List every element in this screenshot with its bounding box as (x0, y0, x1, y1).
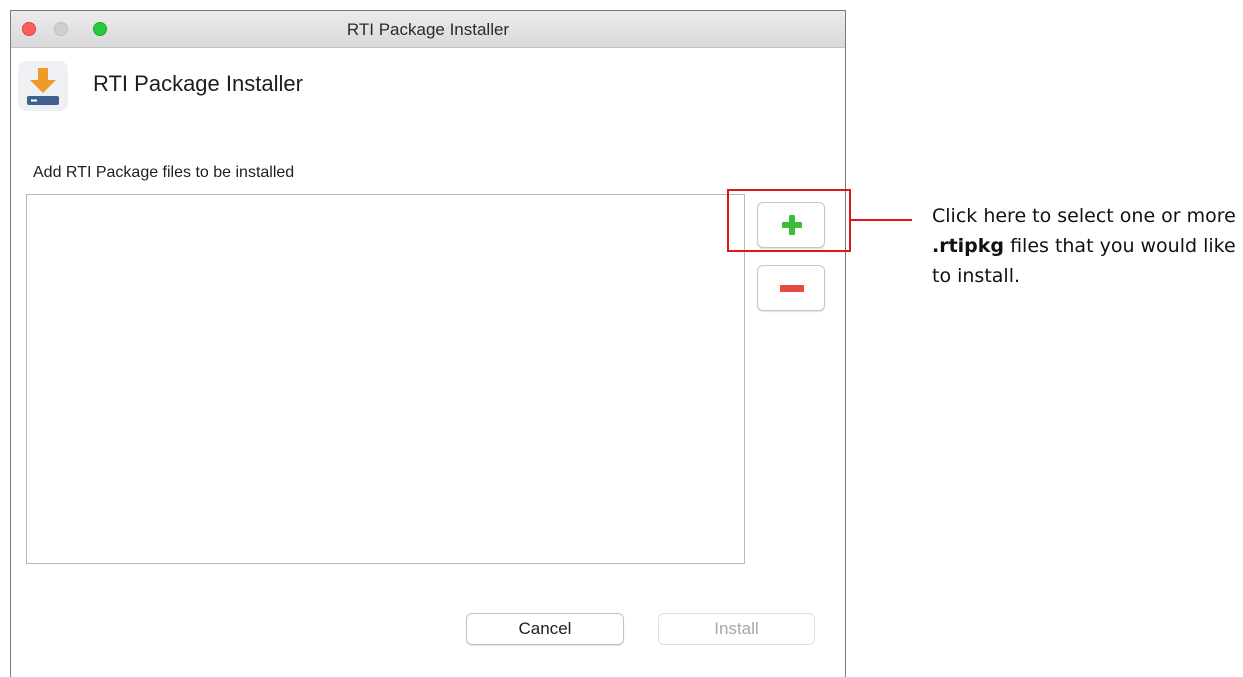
download-to-drive-icon (18, 61, 68, 111)
install-button[interactable]: Install (658, 613, 815, 645)
callout-text: Click here to select one or more .rtipkg… (932, 205, 1236, 287)
window-title: RTI Package Installer (346, 20, 510, 39)
callout-highlight-box (727, 189, 851, 252)
remove-package-button[interactable] (757, 265, 825, 311)
installer-window: RTI Package Installer RTI Package Instal… (10, 10, 846, 677)
file-extension-text: .rtipkg (932, 235, 1005, 257)
package-file-list[interactable] (26, 194, 745, 564)
title-bar[interactable]: RTI Package Installer (11, 11, 845, 48)
callout-connector-line (851, 219, 912, 221)
cancel-button[interactable]: Cancel (466, 613, 624, 645)
minus-icon (780, 285, 804, 292)
file-list-label: Add RTI Package files to be installed (33, 164, 295, 181)
app-heading: RTI Package Installer (93, 71, 303, 96)
